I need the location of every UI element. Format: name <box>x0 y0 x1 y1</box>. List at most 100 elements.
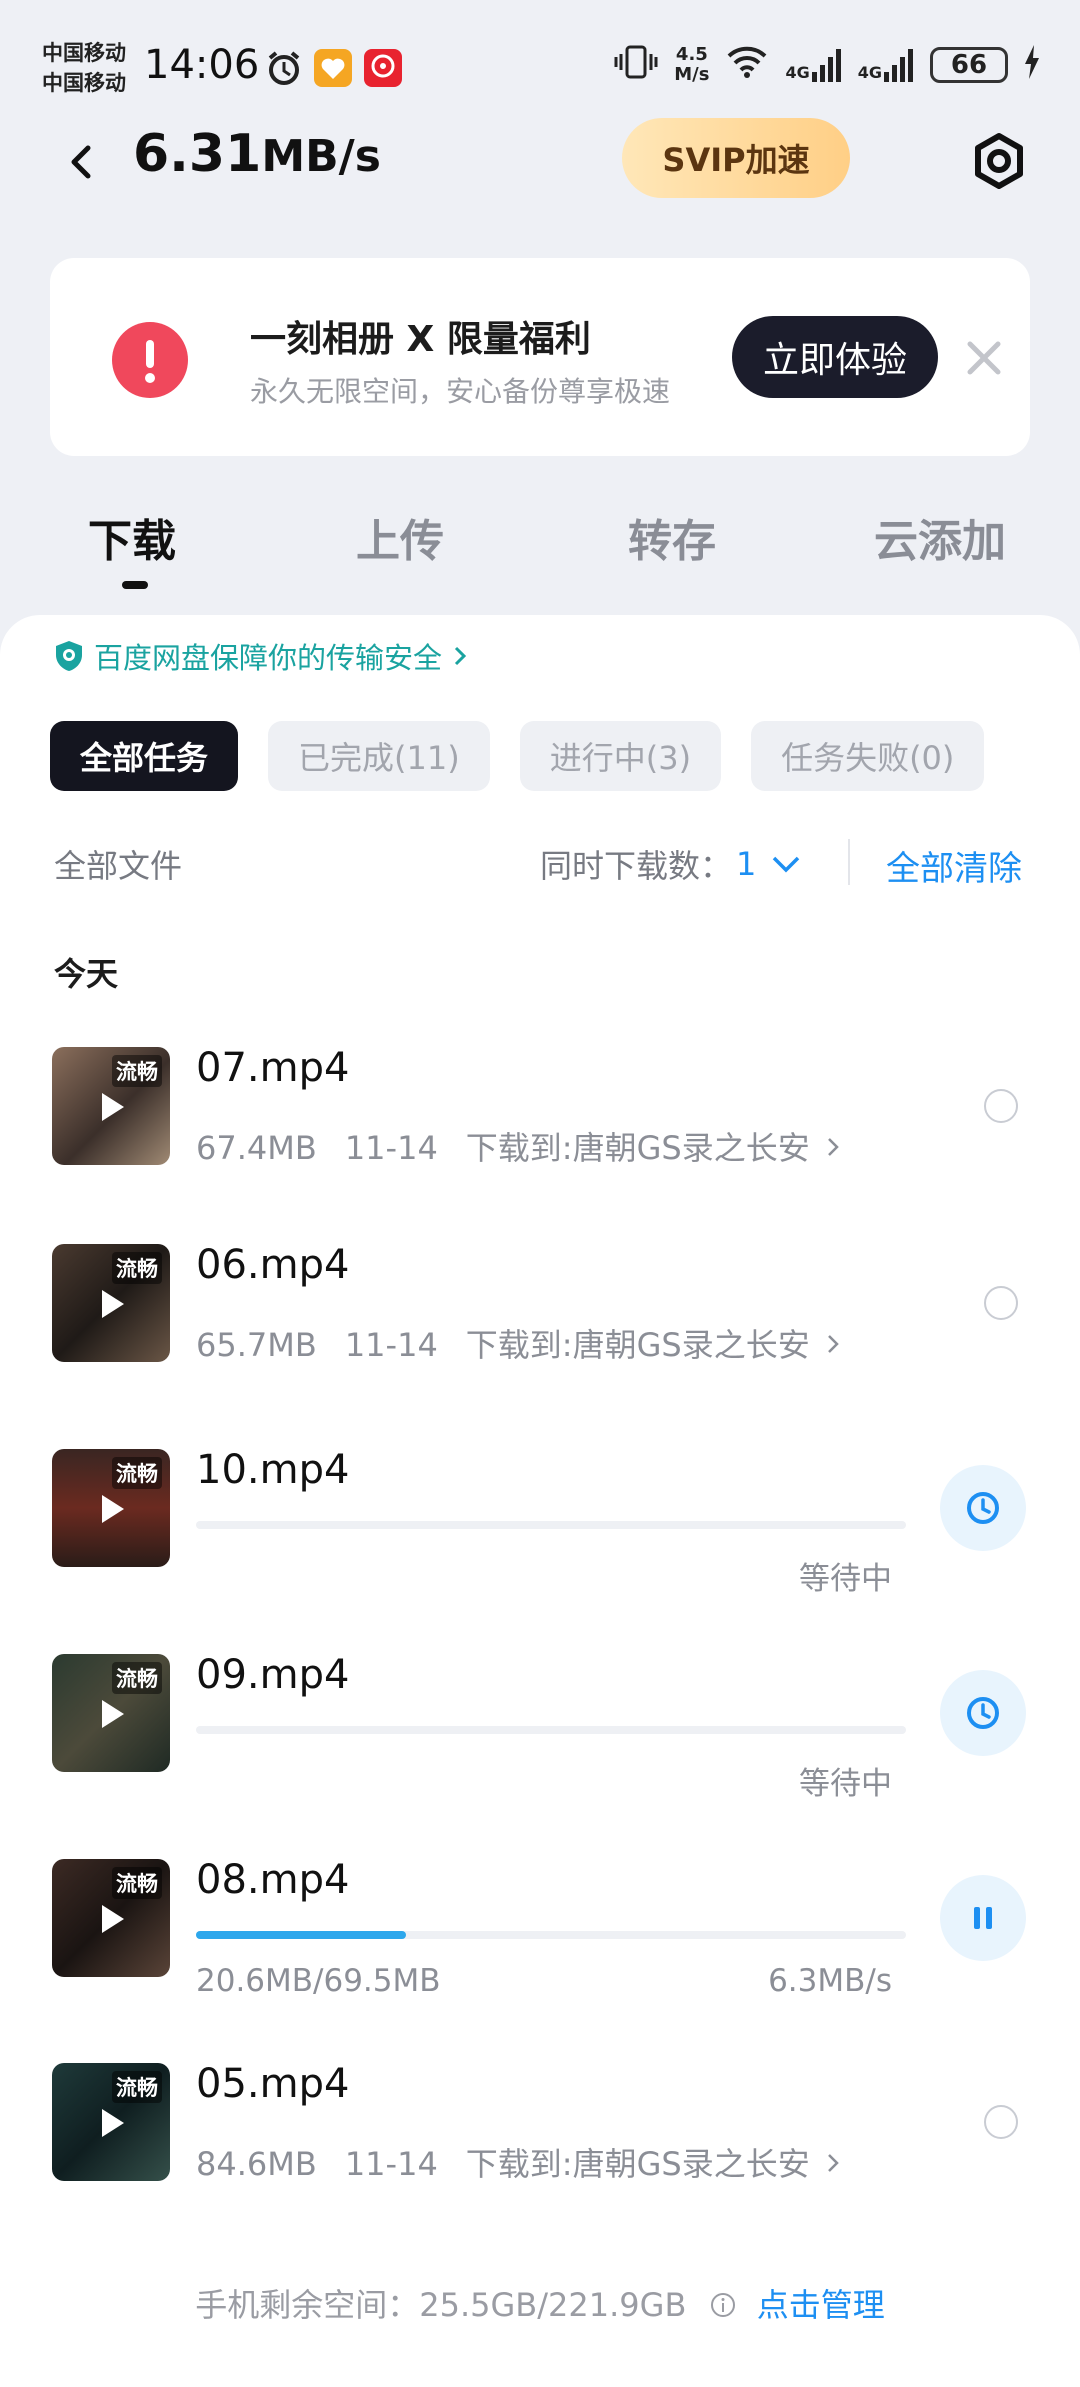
play-icon <box>102 1700 124 1728</box>
filter-completed[interactable]: 已完成(11) <box>268 721 490 791</box>
back-button[interactable] <box>62 132 102 192</box>
tab-upload[interactable]: 上传 <box>356 505 444 569</box>
storage-value: 25.5GB/221.9GB <box>419 2286 687 2324</box>
concurrency-selector[interactable]: 同时下载数： 1 <box>540 841 802 887</box>
quality-tag: 流畅 <box>112 1457 162 1489</box>
alarm-icon <box>262 48 306 88</box>
chevron-left-icon <box>71 145 91 179</box>
file-meta[interactable]: 65.7MB 11-14 下载到:唐朝GS录之长安 <box>196 1320 840 1366</box>
net-speed: 4.5 M/s <box>674 43 710 85</box>
svip-boost-button[interactable]: SVIP加速 <box>622 118 850 198</box>
video-thumbnail: 流畅 <box>52 1449 170 1567</box>
list-item[interactable]: 流畅 07.mp4 67.4MB 11-14 下载到:唐朝GS录之长安 <box>0 1045 1080 1227</box>
wifi-icon <box>725 44 769 85</box>
vibrate-icon <box>614 44 658 85</box>
security-notice-link[interactable]: 百度网盘保障你的传输安全 <box>54 635 468 677</box>
info-icon[interactable] <box>709 2291 737 2319</box>
video-thumbnail: 流畅 <box>52 1047 170 1165</box>
gear-icon <box>975 133 1023 189</box>
chevron-right-icon <box>827 1335 839 1353</box>
play-icon <box>102 1905 124 1933</box>
file-name: 09.mp4 <box>196 1652 350 1698</box>
app-heart-icon <box>312 48 354 88</box>
transfer-tabs: 下载 上传 转存 云添加 <box>0 505 1080 589</box>
waiting-button[interactable] <box>940 1465 1026 1551</box>
section-today: 今天 <box>54 955 119 993</box>
task-status: 等待中 <box>799 1561 892 1597</box>
progress-bar <box>196 1931 906 1939</box>
quality-tag: 流畅 <box>112 1867 162 1899</box>
clear-all-button[interactable]: 全部清除 <box>886 841 1022 890</box>
tab-indicator <box>122 581 148 589</box>
download-speed: 6.3MB/s <box>768 1963 892 1999</box>
filter-all[interactable]: 全部任务 <box>50 721 239 791</box>
settings-button[interactable] <box>964 126 1034 196</box>
chevron-right-icon <box>454 646 467 666</box>
header: 6.31MB/s SVIP加速 <box>0 118 1080 208</box>
security-notice-text: 百度网盘保障你的传输安全 <box>94 641 443 675</box>
list-item[interactable]: 流畅 08.mp4 20.6MB/69.5MB 6.3MB/s <box>0 1857 1080 2039</box>
file-meta[interactable]: 67.4MB 11-14 下载到:唐朝GS录之长安 <box>196 1123 840 1169</box>
filter-failed[interactable]: 任务失败(0) <box>751 721 985 791</box>
app-shopping-icon <box>362 48 404 88</box>
chevron-right-icon <box>827 2154 839 2172</box>
list-item[interactable]: 流畅 05.mp4 84.6MB 11-14 下载到:唐朝GS录之长安 <box>0 2061 1080 2243</box>
file-name: 05.mp4 <box>196 2061 350 2107</box>
tab-cloud-add[interactable]: 云添加 <box>874 505 1006 569</box>
video-thumbnail: 流畅 <box>52 1859 170 1977</box>
toolbar-divider <box>848 839 850 885</box>
play-icon <box>102 1495 124 1523</box>
list-item[interactable]: 流畅 06.mp4 65.7MB 11-14 下载到:唐朝GS录之长安 <box>0 1242 1080 1424</box>
list-item[interactable]: 流畅 10.mp4 等待中 <box>0 1447 1080 1629</box>
list-item[interactable]: 流畅 09.mp4 等待中 <box>0 1652 1080 1834</box>
file-name: 10.mp4 <box>196 1447 350 1493</box>
video-thumbnail: 流畅 <box>52 2063 170 2181</box>
clock: 14:06 <box>144 42 260 88</box>
play-icon <box>102 1093 124 1121</box>
play-icon <box>102 1290 124 1318</box>
quality-tag: 流畅 <box>112 1055 162 1087</box>
storage-footer: 手机剩余空间：25.5GB/221.9GB 点击管理 <box>0 2280 1080 2326</box>
promo-title: 一刻相册 X 限量福利 <box>250 319 591 360</box>
transfer-speed: 6.31MB/s <box>133 124 381 184</box>
try-now-button[interactable]: 立即体验 <box>732 316 938 398</box>
file-name: 06.mp4 <box>196 1242 350 1288</box>
carrier-labels: 中国移动 中国移动 <box>42 38 126 98</box>
quality-tag: 流畅 <box>112 1662 162 1694</box>
chevron-down-icon <box>773 856 800 873</box>
charging-icon <box>1024 45 1040 84</box>
progress-bar <box>196 1521 906 1529</box>
download-list-panel: 百度网盘保障你的传输安全 全部任务 已完成(11) 进行中(3) 任务失败(0)… <box>0 615 1080 2387</box>
tab-save[interactable]: 转存 <box>628 505 716 569</box>
select-checkbox[interactable] <box>984 1286 1018 1320</box>
alert-icon <box>112 322 188 398</box>
quality-tag: 流畅 <box>112 1252 162 1284</box>
carrier-1: 中国移动 <box>42 41 126 65</box>
storage-label: 手机剩余空间： <box>195 2286 420 2324</box>
pause-icon <box>974 1907 992 1929</box>
file-meta[interactable]: 84.6MB 11-14 下载到:唐朝GS录之长安 <box>196 2139 840 2185</box>
all-files-label: 全部文件 <box>54 847 183 885</box>
manage-storage-link[interactable]: 点击管理 <box>757 2286 885 2324</box>
filter-in-progress[interactable]: 进行中(3) <box>519 721 722 791</box>
waiting-button[interactable] <box>940 1670 1026 1756</box>
clock-icon <box>967 1697 999 1729</box>
carrier-2: 中国移动 <box>42 71 126 95</box>
pause-button[interactable] <box>940 1875 1026 1961</box>
status-bar: 中国移动 中国移动 14:06 4.5 M/s 4G 4G 66 <box>0 0 1080 120</box>
promo-subtitle: 永久无限空间，安心备份尊享极速 <box>250 375 671 408</box>
select-checkbox[interactable] <box>984 2105 1018 2139</box>
file-name: 07.mp4 <box>196 1045 350 1091</box>
status-right: 4.5 M/s 4G 4G 66 <box>614 44 1040 85</box>
task-status: 等待中 <box>799 1766 892 1802</box>
play-icon <box>102 2109 124 2137</box>
progress-bar <box>196 1726 906 1734</box>
select-checkbox[interactable] <box>984 1089 1018 1123</box>
close-icon[interactable] <box>962 336 1006 380</box>
tab-download[interactable]: 下载 <box>88 505 176 569</box>
transferred-size: 20.6MB/69.5MB <box>196 1963 441 1999</box>
battery-indicator: 66 <box>930 46 1008 83</box>
chevron-right-icon <box>827 1138 839 1156</box>
shield-icon <box>56 641 82 671</box>
promo-banner[interactable]: 一刻相册 X 限量福利 永久无限空间，安心备份尊享极速 立即体验 <box>50 258 1030 456</box>
